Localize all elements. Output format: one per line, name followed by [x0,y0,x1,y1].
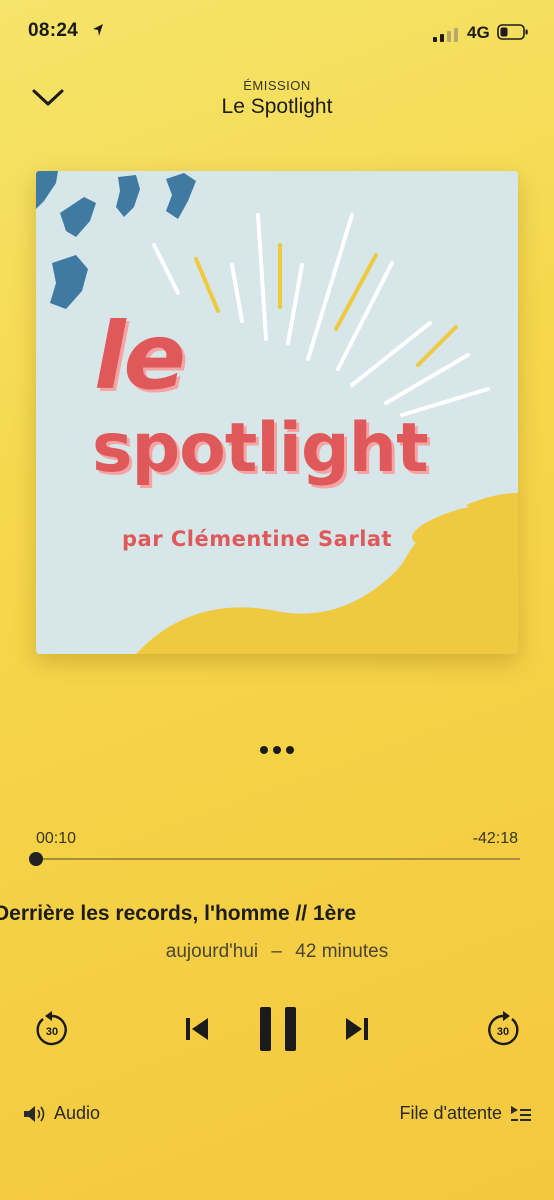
episode-title: Derrière les records, l'homme // 1ère [0,902,357,925]
signal-bars-icon [433,28,461,47]
more-options-icon[interactable] [258,740,298,760]
forward-seconds: 30 [497,1026,509,1038]
speaker-icon [24,1105,45,1122]
queue-label: File d'attente [399,1103,503,1123]
progress-scrubber[interactable] [28,852,43,866]
queue-list-icon [511,1105,531,1121]
artwork-title-line1: le [94,303,186,410]
episode-separator: – [271,941,282,962]
episode-title-marquee: Derrière les records, l'homme // 1ère [0,902,554,936]
pause-icon[interactable] [258,1005,298,1053]
podcast-artwork: le spotlight par Clémentine Sarlat [36,171,518,654]
episode-meta: aujourd'hui – 42 minutes [0,941,554,963]
next-track-icon[interactable] [343,1014,371,1044]
artwork-title-line2: spotlight [92,409,429,488]
audio-label: Audio [54,1103,101,1123]
status-time: 08:24 [28,20,79,41]
rewind-30-button[interactable]: 30 [34,1010,70,1048]
location-arrow-icon [92,23,104,42]
artwork-author: par Clémentine Sarlat [122,527,393,551]
header-title: Le Spotlight [221,95,333,118]
network-type: 4G [467,23,490,42]
header-subtitle: ÉMISSION [243,78,311,93]
forward-30-button[interactable]: 30 [485,1010,521,1048]
episode-duration: 42 minutes [295,941,389,962]
previous-track-icon[interactable] [183,1014,211,1044]
time-remaining: -42:18 [472,830,518,847]
episode-date: aujourd'hui [165,941,259,962]
audio-output-button[interactable]: Audio [22,1103,100,1124]
rewind-seconds: 30 [46,1026,58,1038]
progress-track[interactable] [34,858,520,860]
battery-icon [497,23,529,46]
queue-button[interactable]: File d'attente [400,1103,533,1124]
time-elapsed: 00:10 [36,830,77,847]
